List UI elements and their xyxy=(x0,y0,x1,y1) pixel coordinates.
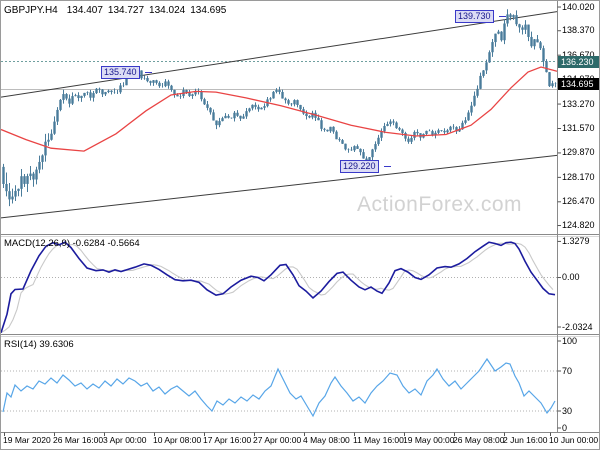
price-axis-label: 133.270 xyxy=(562,98,595,109)
price-annotation[interactable]: 135.740 xyxy=(101,66,140,79)
time-axis-label: 4 May 08:00 xyxy=(303,435,350,445)
macd-indicator-label: MACD(12,26,9) -0.6284 -0.5664 xyxy=(4,238,140,249)
time-axis-label: 11 May 16:00 xyxy=(353,435,404,445)
price-axis-label: 129.870 xyxy=(562,147,595,158)
rsi-indicator-label: RSI(14) 39.6306 xyxy=(4,339,74,350)
time-axis-label: 27 Apr 00:00 xyxy=(253,435,302,445)
open-value: 134.407 xyxy=(66,5,103,16)
price-axis-label: 140.020 xyxy=(562,1,595,12)
time-axis-label: 19 Mar 2020 xyxy=(3,435,51,445)
chart-window: GBPJPY.H4 134.407 134.727 134.024 134.695 Ac… xyxy=(0,0,600,450)
high-value: 134.727 xyxy=(107,5,145,16)
macd-axis-label: 1.3279 xyxy=(562,235,590,246)
time-axis-label: 26 Mar 16:00 xyxy=(53,435,104,445)
time-axis-label: 19 May 00:00 xyxy=(403,435,455,445)
rsi-axis-label: 70 xyxy=(562,365,573,376)
close-value: 134.695 xyxy=(190,5,227,16)
price-annotation[interactable]: 129.220 xyxy=(340,160,379,173)
symbol-label: GBPJPY.H4 xyxy=(4,5,58,16)
level-price-label: 136.230 xyxy=(558,55,599,68)
rsi-axis-label: 0 xyxy=(562,422,568,433)
macd-axis-label: -2.0324 xyxy=(562,321,593,332)
time-axis-label: 10 Jun 00:00 xyxy=(549,435,599,445)
macd-axis-label: 0.00 xyxy=(562,272,580,283)
time-axis-label: 3 Apr 00:00 xyxy=(103,435,147,445)
price-axis-label: 128.170 xyxy=(562,171,595,182)
price-axis-label: 138.370 xyxy=(562,25,595,36)
price-axis-label: 126.470 xyxy=(562,196,595,207)
chart-canvas[interactable] xyxy=(1,1,600,450)
low-value: 134.024 xyxy=(149,5,186,16)
price-axis-label: 124.820 xyxy=(562,220,595,231)
rsi-axis-label: 100 xyxy=(562,335,578,346)
time-axis-label: 26 May 08:00 xyxy=(453,435,505,445)
time-axis-label: 2 Jun 16:00 xyxy=(503,435,548,445)
bid-price-label: 134.695 xyxy=(558,77,599,90)
price-axis-label: 131.570 xyxy=(562,122,595,133)
time-axis-label: 17 Apr 16:00 xyxy=(203,435,252,445)
time-axis-label: 10 Apr 08:00 xyxy=(153,435,202,445)
symbol-ohlc-header: GBPJPY.H4 134.407 134.727 134.024 134.695 xyxy=(4,5,231,16)
price-annotation[interactable]: 139.730 xyxy=(455,10,494,23)
rsi-axis-label: 30 xyxy=(562,405,573,416)
